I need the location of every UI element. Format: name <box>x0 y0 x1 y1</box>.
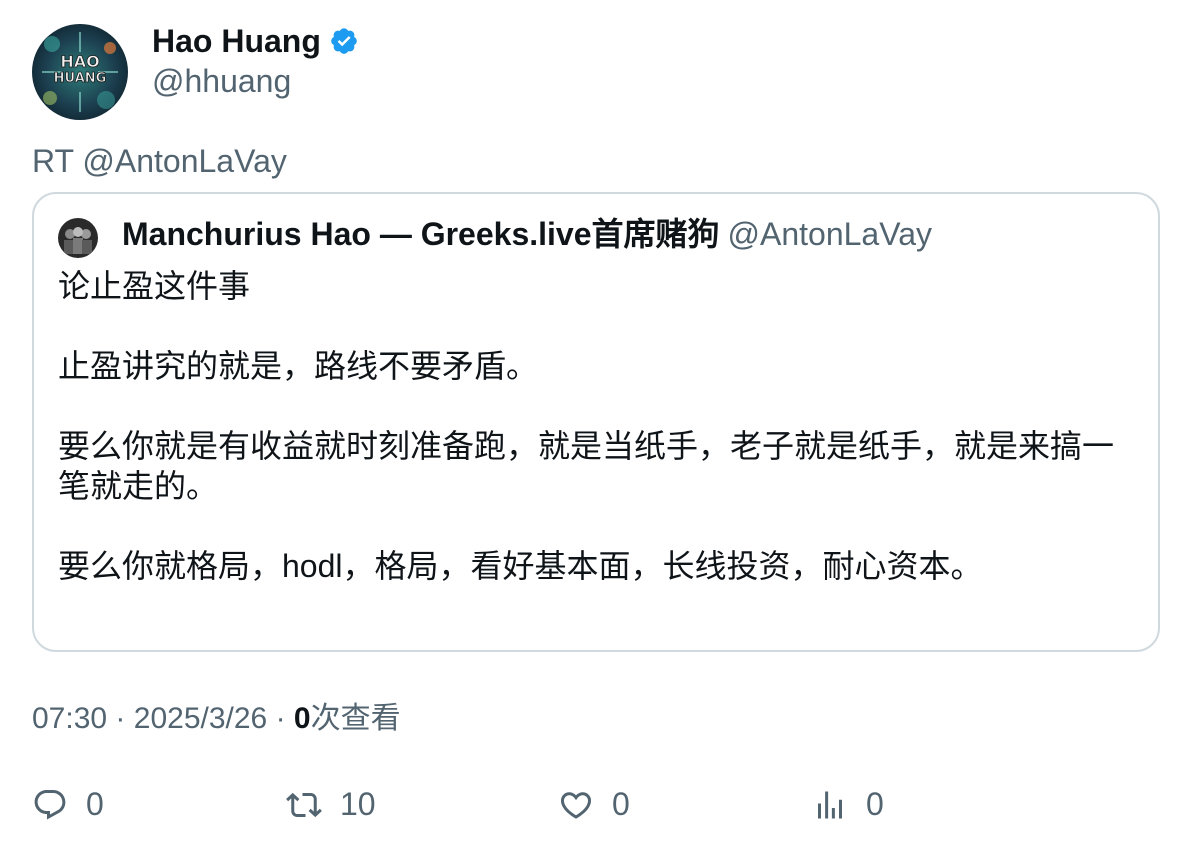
quote-paragraph: 要么你就是有收益就时刻准备跑，就是当纸手，老子就是纸手，就是来搞一笔就走的。 <box>58 428 1115 504</box>
views-action-count: 0 <box>866 786 884 822</box>
quote-paragraph: 论止盈这件事 <box>58 268 251 304</box>
views-button[interactable]: 0 <box>812 786 884 823</box>
quote-avatar-image <box>58 218 98 258</box>
quote-paragraph: 要么你就格局，hodl，格局，看好基本面，长线投资，耐心资本。 <box>58 548 983 584</box>
tweet-date[interactable]: 2025/3/26 <box>134 702 267 735</box>
retweet-count: 10 <box>340 786 376 822</box>
heart-icon <box>560 791 592 819</box>
quote-body: 论止盈这件事 止盈讲究的就是，路线不要矛盾。 要么你就是有收益就时刻准备跑，就是… <box>58 266 1128 626</box>
quote-author-handle[interactable]: @AntonLaVay <box>728 216 932 252</box>
quote-author-name[interactable]: Manchurius Hao — Greeks.live首席赌狗 <box>122 216 720 252</box>
quoted-tweet-card[interactable]: Manchurius Hao — Greeks.live首席赌狗 @AntonLa… <box>32 192 1160 652</box>
quote-paragraph: 止盈讲究的就是，路线不要矛盾。 <box>58 348 539 384</box>
tweet-time[interactable]: 07:30 <box>32 702 107 735</box>
author-handle[interactable]: @hhuang <box>152 62 291 100</box>
analytics-icon <box>818 791 842 818</box>
retweet-icon <box>286 792 322 817</box>
retweet-prefix-text: RT @AntonLaVay <box>32 143 287 179</box>
reply-button[interactable]: 0 <box>32 786 104 823</box>
meta-separator: · <box>275 702 286 735</box>
reply-icon <box>34 789 66 820</box>
action-bar: 0 10 0 0 <box>0 786 1196 830</box>
views-label: 次查看 <box>310 702 401 735</box>
tweet-meta: 07:30 · 2025/3/26 · 0次查看 <box>32 700 401 738</box>
quote-author-avatar[interactable] <box>58 218 98 258</box>
avatar-text-bottom: HUANG <box>54 71 107 86</box>
like-button[interactable]: 0 <box>558 786 630 823</box>
like-count: 0 <box>612 786 630 822</box>
avatar-image: HAO HUANG <box>32 24 128 120</box>
meta-separator: · <box>115 702 126 735</box>
author-name[interactable]: Hao Huang <box>152 22 321 60</box>
author-name-row[interactable]: Hao Huang <box>152 22 359 60</box>
avatar-text-top: HAO <box>60 52 99 71</box>
quote-header: Manchurius Hao — Greeks.live首席赌狗 @AntonLa… <box>122 214 932 254</box>
retweet-button[interactable]: 10 <box>286 786 376 823</box>
views-count: 0 <box>293 702 311 735</box>
reply-count: 0 <box>86 786 104 822</box>
verified-badge-icon <box>329 26 359 56</box>
author-avatar[interactable]: HAO HUANG <box>32 24 128 120</box>
